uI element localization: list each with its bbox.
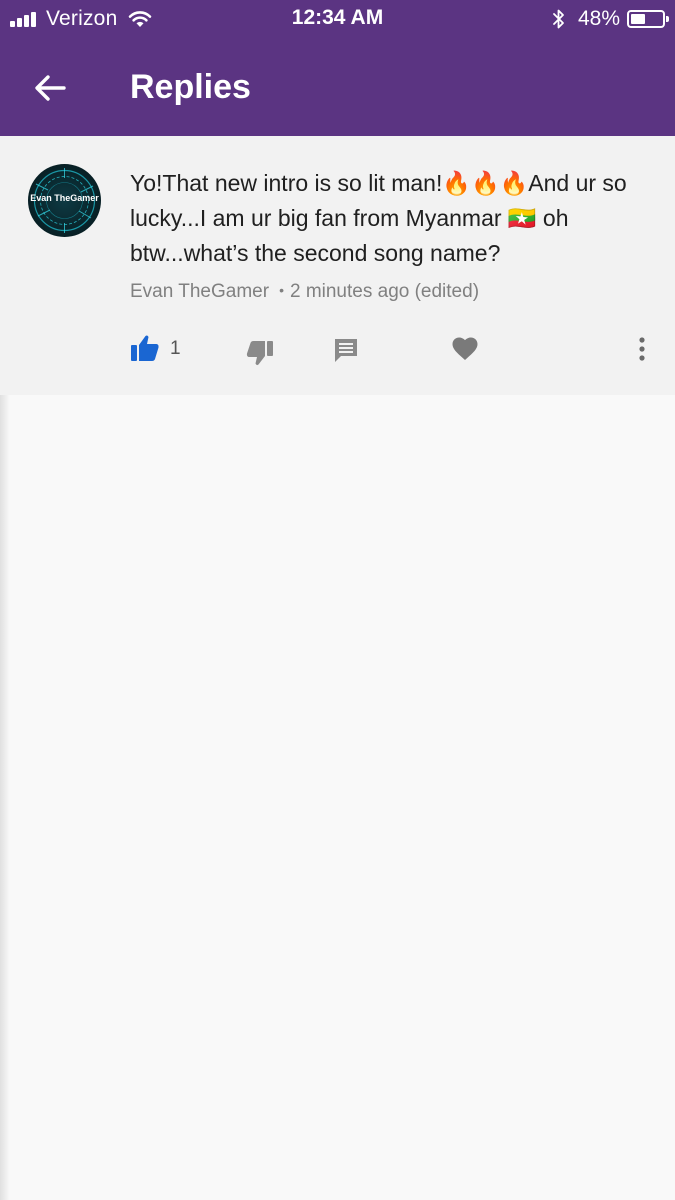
battery-percentage: 48%: [577, 7, 620, 30]
like-count: 1: [170, 338, 181, 359]
like-button[interactable]: [128, 333, 162, 363]
back-button[interactable]: [22, 60, 78, 116]
comment-author[interactable]: Evan TheGamer: [130, 281, 269, 302]
page-title: Replies: [130, 68, 251, 106]
battery-icon: [627, 10, 669, 28]
comment-actions: 1: [0, 331, 675, 371]
arrow-left-icon: [35, 75, 66, 101]
dislike-button[interactable]: [244, 337, 276, 369]
more-options-button[interactable]: [630, 334, 654, 364]
reply-button[interactable]: [331, 335, 361, 365]
status-right: 48%: [552, 6, 669, 32]
heart-icon: [452, 337, 478, 360]
heart-button[interactable]: [450, 334, 480, 364]
comment-card: Evan TheGamer Yo!That new intro is so li…: [0, 136, 675, 395]
comment-meta: Evan TheGamer • 2 minutes ago (edited): [130, 281, 479, 303]
comment-text: Yo!That new intro is so lit man!🔥🔥🔥And u…: [130, 170, 627, 266]
app-bar: Replies: [0, 38, 675, 136]
avatar-logo-text: Evan TheGamer: [30, 193, 99, 203]
status-bar: Verizon 12:34 AM 48%: [0, 0, 675, 38]
comment-icon: [335, 339, 357, 362]
bluetooth-icon: [553, 9, 564, 29]
thumbs-up-icon: [131, 335, 159, 361]
more-vertical-icon: [639, 337, 645, 361]
meta-separator: •: [279, 282, 284, 298]
avatar[interactable]: Evan TheGamer: [28, 164, 101, 237]
thumbs-down-icon: [246, 341, 273, 366]
battery-level: [631, 14, 646, 24]
comment-timestamp: 2 minutes ago (edited): [289, 281, 480, 302]
